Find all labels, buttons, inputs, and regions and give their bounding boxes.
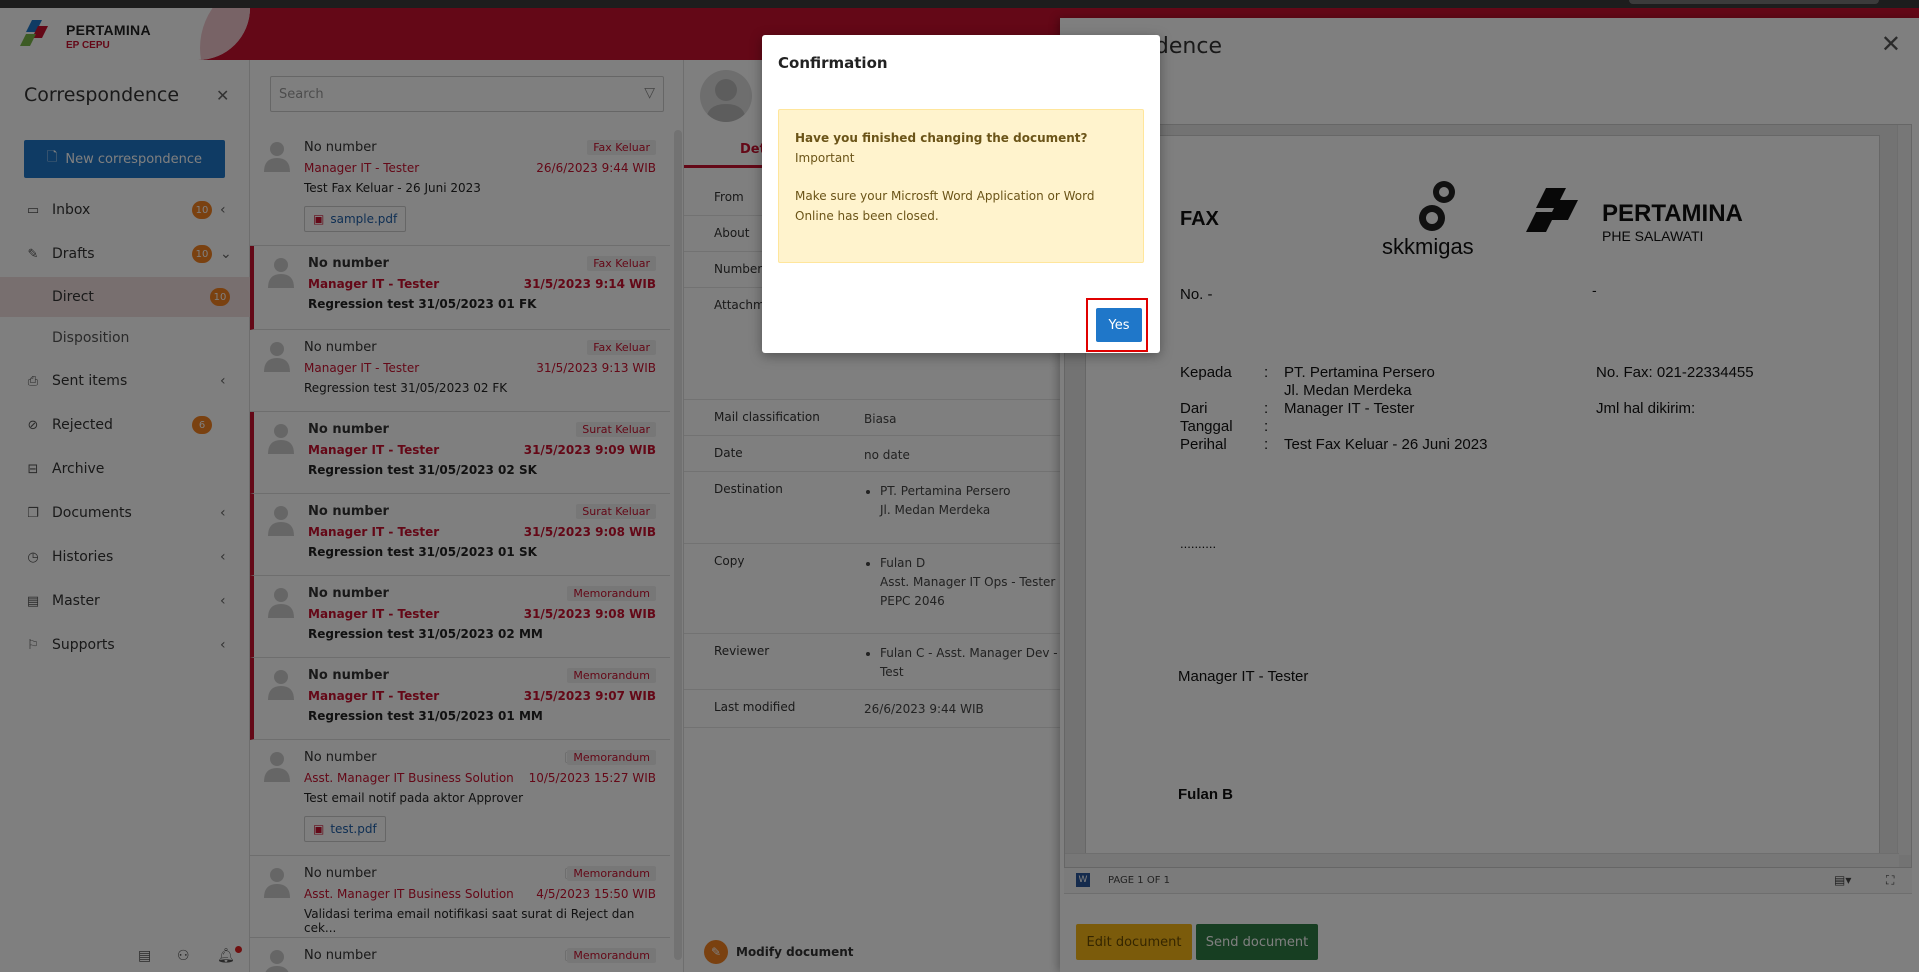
- yes-button[interactable]: Yes: [1096, 308, 1142, 342]
- alert-message: Make sure your Microsft Word Application…: [795, 189, 1095, 223]
- highlight-box: Yes: [1086, 298, 1148, 352]
- alert-important: Important: [795, 151, 855, 165]
- alert-question: Have you finished changing the document?: [795, 131, 1088, 145]
- confirmation-dialog: Confirmation Have you finished changing …: [762, 35, 1160, 353]
- warning-alert: Have you finished changing the document?…: [778, 109, 1144, 263]
- dialog-title: Confirmation: [778, 54, 888, 72]
